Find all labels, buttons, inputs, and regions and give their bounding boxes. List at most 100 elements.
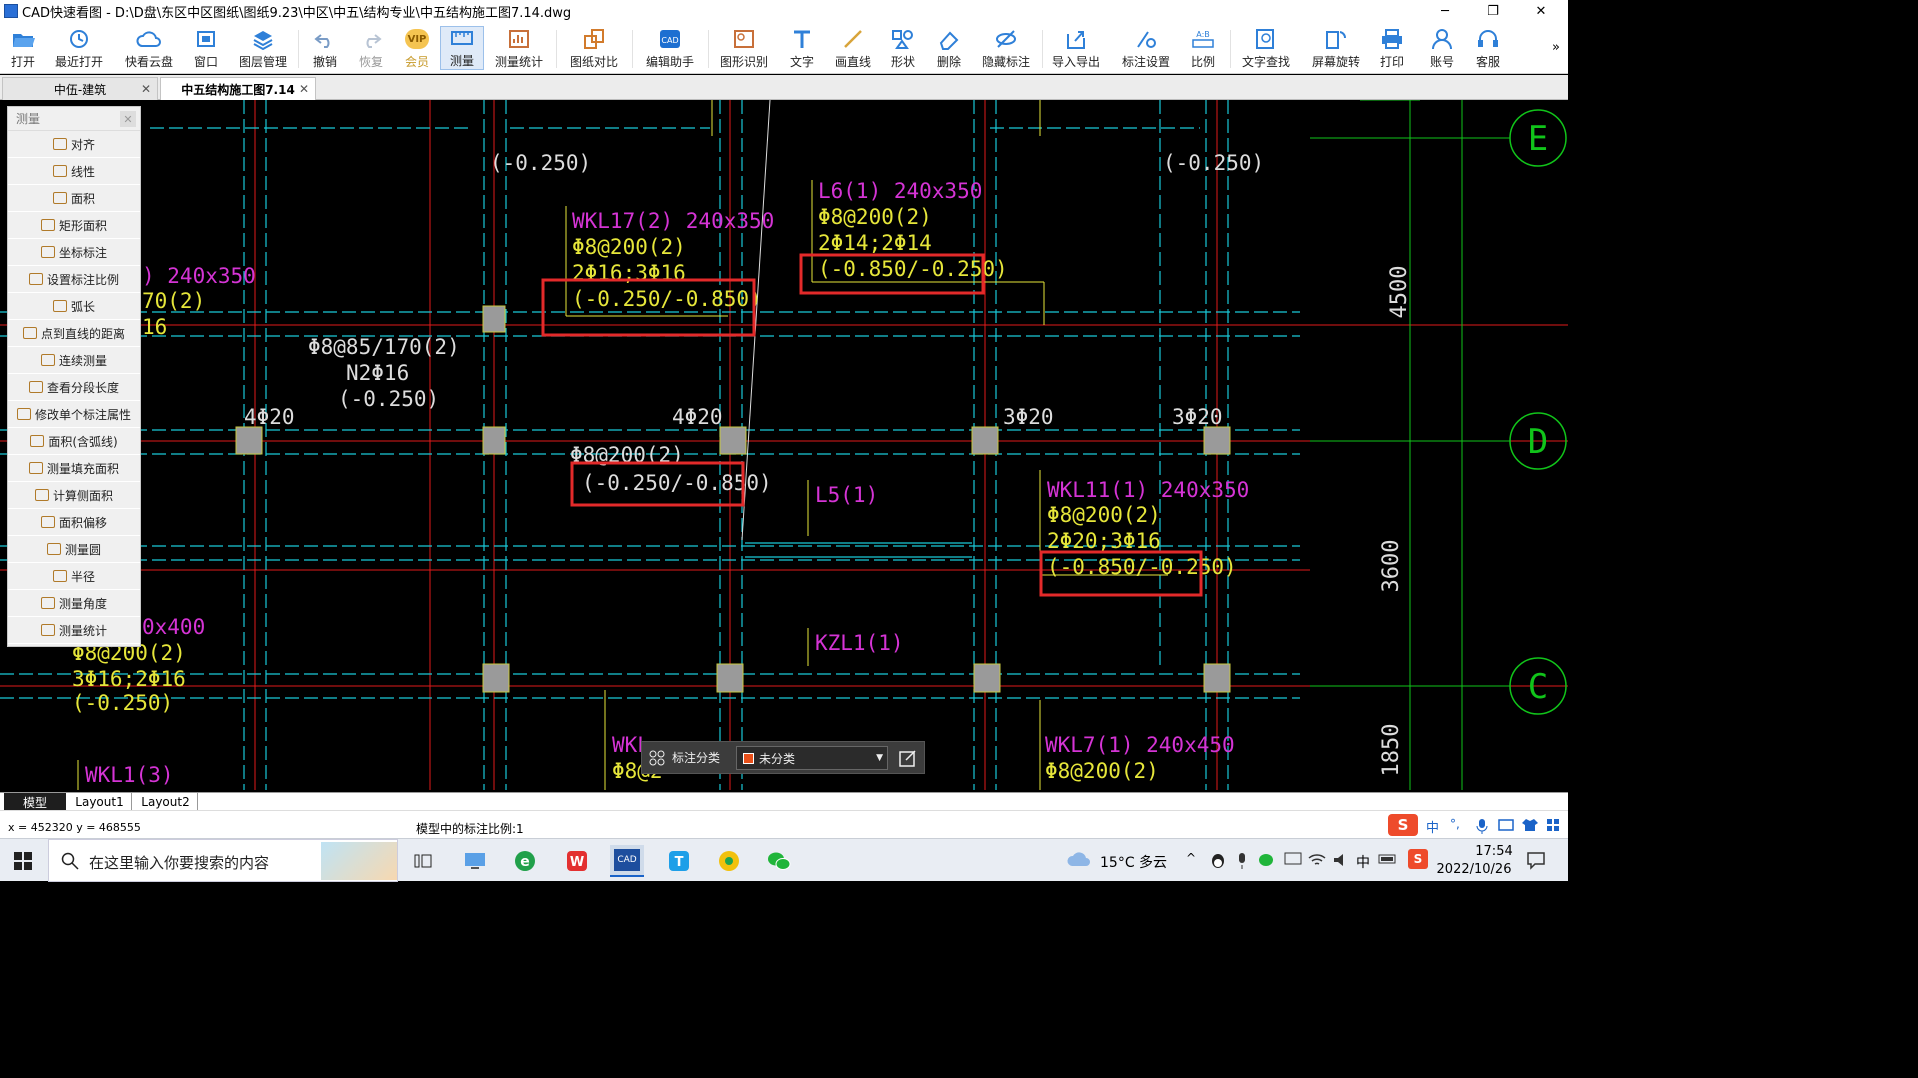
- redo-button[interactable]: 恢复: [352, 26, 390, 70]
- measure-item-rect-area[interactable]: 矩形面积: [8, 212, 140, 239]
- windows-start-icon[interactable]: [6, 845, 40, 877]
- app-icon: [4, 4, 18, 18]
- print-button[interactable]: 打印: [1374, 26, 1410, 70]
- shape-recognize-button[interactable]: 图形识别: [716, 26, 772, 70]
- windows-taskbar: 在这里输入你要搜索的内容 e W CAD T 15°C 多云 ^ 中 S 17:…: [0, 838, 1568, 882]
- cad-viewer-taskbar-icon[interactable]: CAD: [610, 845, 644, 877]
- ime-lang-indicator[interactable]: 中: [1426, 817, 1439, 836]
- measure-item-modify-annotation[interactable]: 修改单个标注属性: [8, 401, 140, 428]
- measure-item-set-scale[interactable]: 设置标注比例: [8, 266, 140, 293]
- sogou-ime-icon[interactable]: S: [1388, 814, 1418, 836]
- clock-time[interactable]: 17:54: [1454, 844, 1534, 859]
- weather-text[interactable]: 15°C 多云: [1100, 852, 1167, 872]
- vip-button[interactable]: VIP 会员: [398, 26, 436, 70]
- tencent-docs-icon[interactable]: T: [662, 845, 696, 877]
- tab-layout2[interactable]: Layout2: [134, 793, 198, 811]
- measure-item-arc-area[interactable]: 面积(含弧线): [8, 428, 140, 455]
- measure-stats-button[interactable]: 测量统计: [492, 26, 546, 70]
- import-export-button[interactable]: 导入导出: [1048, 26, 1104, 70]
- category-grid-icon[interactable]: [642, 750, 672, 766]
- measure-item-continuous[interactable]: 连续测量: [8, 347, 140, 374]
- measure-item-circle[interactable]: 测量圆: [8, 536, 140, 563]
- measure-item-arc-length[interactable]: 弧长: [8, 293, 140, 320]
- tab-zhongwu-arch[interactable]: 中伍-建筑 ✕: [2, 77, 158, 100]
- tab-model[interactable]: 模型: [4, 793, 66, 811]
- linear-measure-icon: [52, 165, 67, 177]
- measure-item-angle[interactable]: 测量角度: [8, 590, 140, 617]
- annotation-settings-icon: [1133, 28, 1159, 50]
- delete-button[interactable]: 删除: [930, 26, 968, 70]
- sogou-tray-icon[interactable]: S: [1408, 849, 1428, 869]
- measure-item-coordinate[interactable]: 坐标标注: [8, 239, 140, 266]
- keyboard-icon[interactable]: [1498, 819, 1514, 834]
- wifi-icon[interactable]: [1308, 852, 1326, 871]
- support-button[interactable]: 客服: [1470, 26, 1506, 70]
- draw-line-button[interactable]: 画直线: [830, 26, 876, 70]
- maximize-button[interactable]: ❐: [1470, 0, 1516, 22]
- text-button[interactable]: 文字: [784, 26, 820, 70]
- battery-icon[interactable]: [1378, 852, 1398, 869]
- panel-close-button[interactable]: ✕: [120, 111, 136, 127]
- edge-browser-icon[interactable]: e: [508, 845, 542, 877]
- account-button[interactable]: 账号: [1424, 26, 1460, 70]
- measure-item-segment-length[interactable]: 查看分段长度: [8, 374, 140, 401]
- microphone-icon[interactable]: [1476, 818, 1488, 837]
- scale-button[interactable]: A:B 比例: [1184, 26, 1222, 70]
- measure-item-align[interactable]: 对齐: [8, 131, 140, 158]
- close-tab-icon[interactable]: ✕: [299, 82, 309, 96]
- measure-item-fill-area[interactable]: 测量填充面积: [8, 455, 140, 482]
- category-select[interactable]: 未分类 ▼: [736, 746, 888, 770]
- undo-button[interactable]: 撤销: [306, 26, 344, 70]
- clock-date[interactable]: 2022/10/26: [1434, 862, 1514, 877]
- circle-icon: [46, 543, 61, 555]
- drawing-compare-button[interactable]: 图纸对比: [566, 26, 622, 70]
- mic-tray-icon[interactable]: [1236, 852, 1248, 873]
- measure-button[interactable]: 测量: [440, 26, 484, 70]
- annotation-settings-button[interactable]: 标注设置: [1118, 26, 1174, 70]
- shirt-icon[interactable]: [1522, 818, 1538, 835]
- edit-category-icon[interactable]: [898, 748, 918, 771]
- recent-open-button[interactable]: 最近打开: [50, 26, 108, 70]
- measure-item-point-line[interactable]: 点到直线的距离: [8, 320, 140, 347]
- ime-grid-icon[interactable]: [1546, 818, 1560, 835]
- ime-punct-indicator[interactable]: °,: [1450, 817, 1460, 831]
- window-button[interactable]: 窗口: [188, 26, 224, 70]
- wechat-icon[interactable]: [762, 845, 796, 877]
- cloud-disk-button[interactable]: 快看云盘: [120, 26, 178, 70]
- ribbon-more-button[interactable]: »: [1552, 40, 1560, 55]
- task-view-icon[interactable]: [406, 845, 440, 877]
- text-search-button[interactable]: 文字查找: [1238, 26, 1294, 70]
- close-tab-icon[interactable]: ✕: [141, 82, 151, 96]
- notification-icon[interactable]: [1526, 850, 1546, 873]
- drawing-canvas[interactable]: E D C 4500 3600 1850 (-0.250) (-0.250) W…: [0, 100, 1568, 792]
- shape-button[interactable]: 形状: [884, 26, 922, 70]
- music-app-icon[interactable]: [712, 845, 746, 877]
- qq-tray-icon[interactable]: [1210, 852, 1226, 873]
- rotate-screen-button[interactable]: 屏幕旋转: [1308, 26, 1364, 70]
- tab-structure-drawing[interactable]: 中五结构施工图7.14 ✕: [160, 77, 316, 100]
- minimize-button[interactable]: ─: [1422, 0, 1468, 22]
- edit-assistant-button[interactable]: CAD 编辑助手: [642, 26, 698, 70]
- computer-app-icon[interactable]: [458, 845, 492, 877]
- hide-annotation-button[interactable]: 隐藏标注: [978, 26, 1034, 70]
- measure-item-side-area[interactable]: 计算侧面积: [8, 482, 140, 509]
- chevron-up-icon[interactable]: ^: [1186, 851, 1196, 865]
- dimension-4500: 4500: [1387, 266, 1412, 319]
- measure-item-radius[interactable]: 半径: [8, 563, 140, 590]
- tab-layout1[interactable]: Layout1: [68, 793, 132, 811]
- volume-icon[interactable]: [1332, 852, 1350, 871]
- taskbar-search-box[interactable]: 在这里输入你要搜索的内容: [48, 839, 398, 882]
- svg-text:W: W: [570, 855, 584, 870]
- wps-office-icon[interactable]: W: [560, 845, 594, 877]
- measure-item-linear[interactable]: 线性: [8, 158, 140, 185]
- open-button[interactable]: 打开: [4, 26, 42, 70]
- layer-manager-button[interactable]: 图层管理: [236, 26, 290, 70]
- dimension-3600: 3600: [1379, 540, 1404, 593]
- wechat-tray-icon[interactable]: [1258, 852, 1276, 871]
- measure-item-stats[interactable]: 测量统计: [8, 617, 140, 644]
- ime-lang-tray[interactable]: 中: [1356, 852, 1370, 872]
- measure-item-area[interactable]: 面积: [8, 185, 140, 212]
- measure-item-area-offset[interactable]: 面积偏移: [8, 509, 140, 536]
- display-tray-icon[interactable]: [1284, 852, 1302, 871]
- close-button[interactable]: ✕: [1518, 0, 1564, 22]
